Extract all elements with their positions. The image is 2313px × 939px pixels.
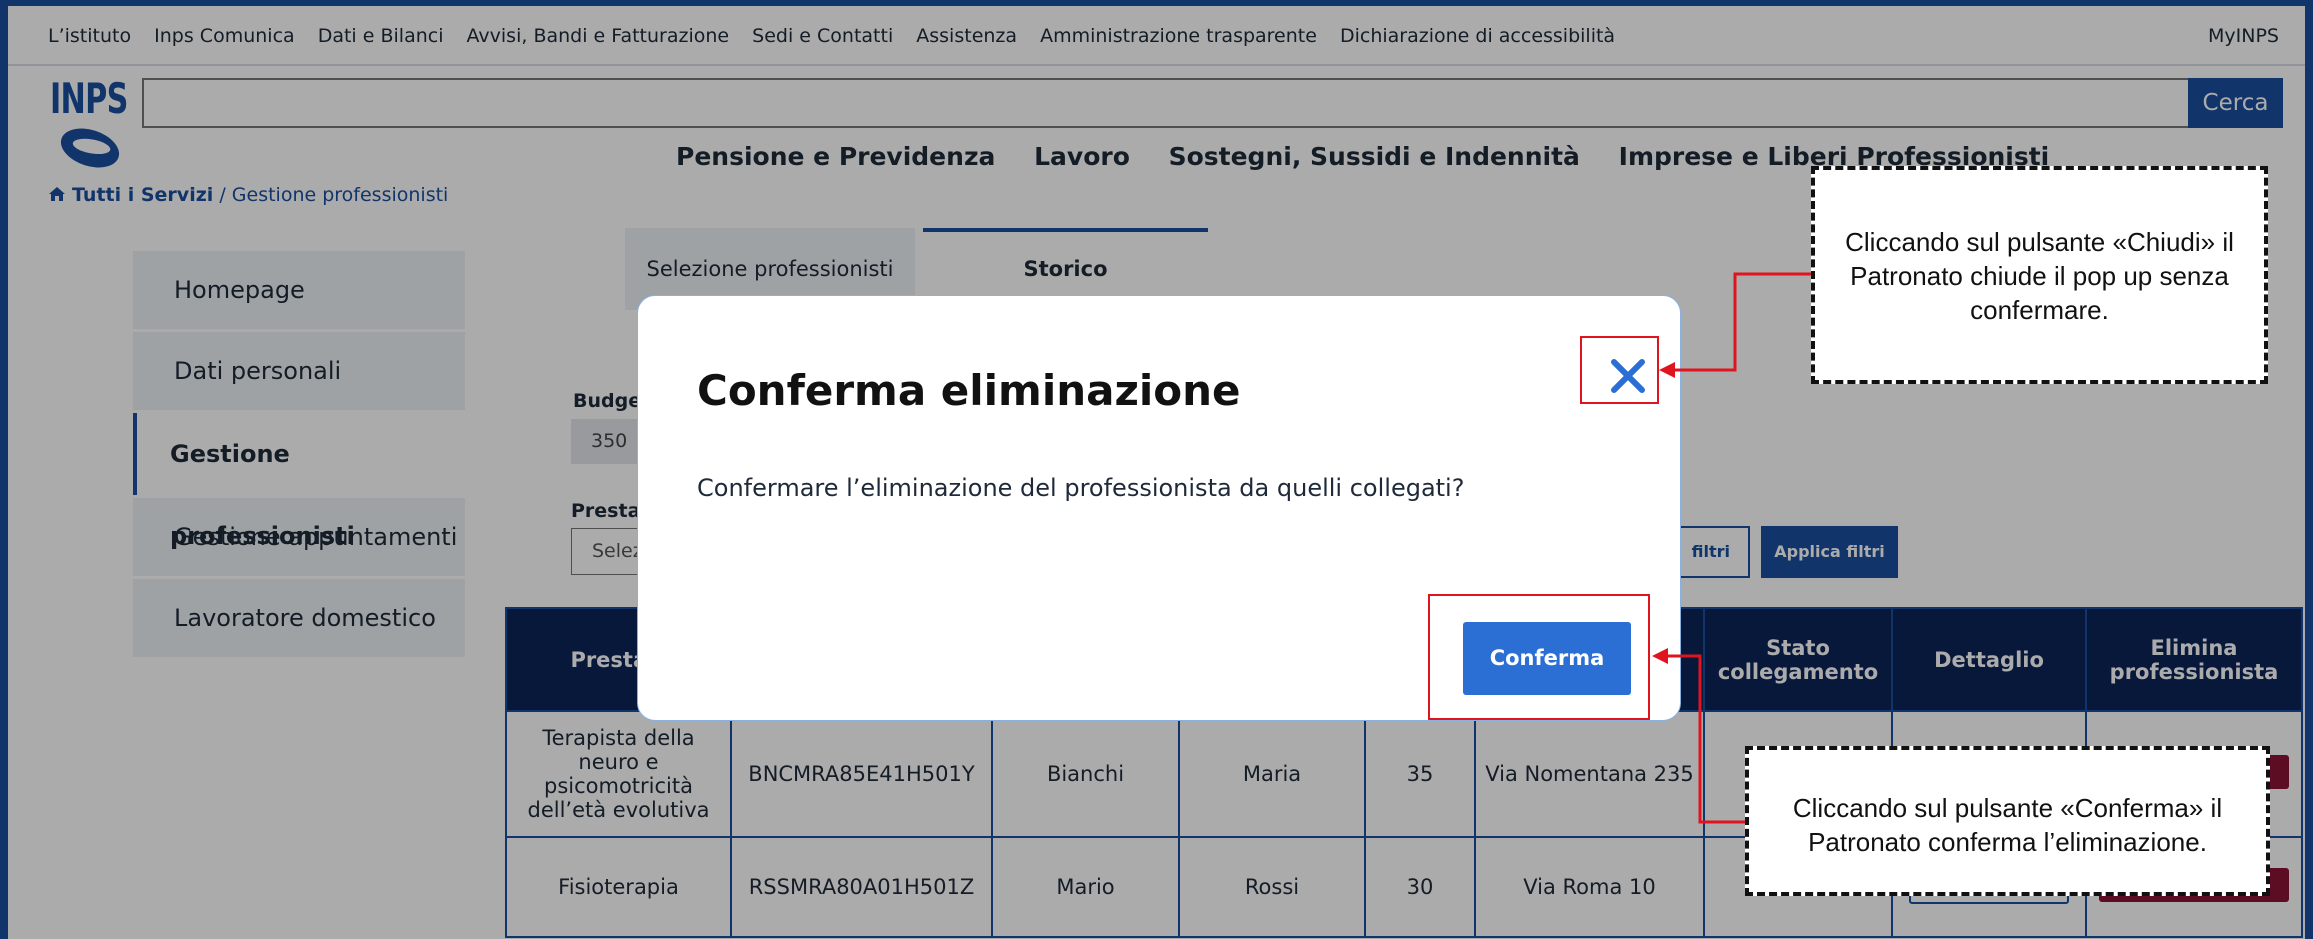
close-annotation-callout: Cliccando sul pulsante «Chiudi» il Patro… [1811,166,2268,384]
confirm-annotation-callout: Cliccando sul pulsante «Conferma» il Pat… [1745,746,2270,896]
